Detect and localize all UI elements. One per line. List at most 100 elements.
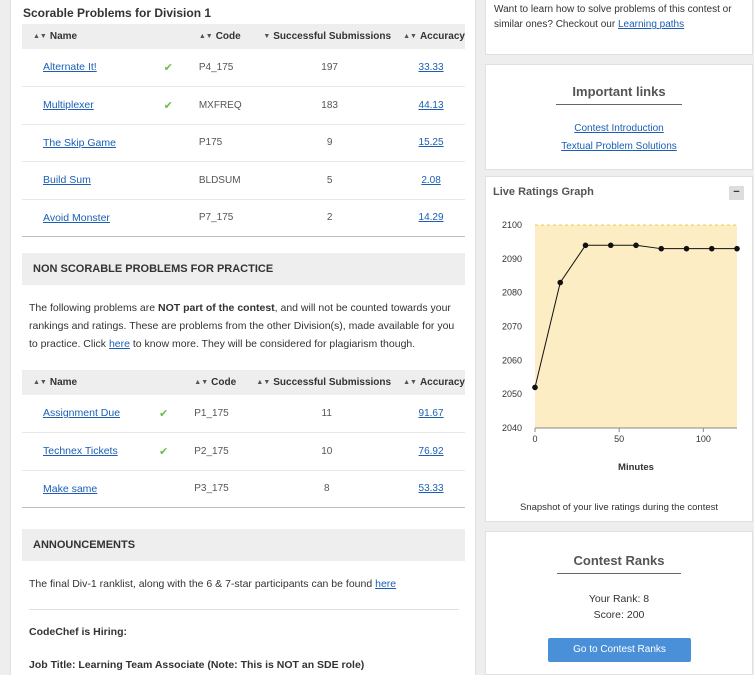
- sort-desc-icon: ▼: [263, 33, 271, 40]
- sort-icon: ▲▼: [194, 379, 209, 386]
- sort-icon: ▲▼: [256, 379, 271, 386]
- data-point: [557, 279, 564, 286]
- table-header-row: ▲▼ Name ▲▼ Code ▼ Successful Submissions ▲▼…: [22, 24, 465, 49]
- problem-link[interactable]: Alternate It!: [43, 61, 97, 73]
- y-tick-label: 2070: [502, 322, 522, 332]
- problem-name-cell: Multiplexer ✔: [22, 86, 187, 125]
- problem-code-cell: P175: [186, 124, 263, 162]
- hiring-heading: CodeChef is Hiring:: [29, 626, 128, 638]
- submissions-cell: 11: [256, 395, 398, 433]
- sort-icon: ▲▼: [403, 33, 417, 40]
- problem-code-cell: P1_175: [182, 395, 257, 433]
- accuracy-link[interactable]: 91.67: [419, 408, 444, 419]
- submissions-cell: 2: [262, 199, 398, 237]
- table-row: Build Sum BLDSUM 5 2.08: [22, 161, 465, 200]
- important-links-title: Important links: [486, 84, 752, 105]
- job-title: Job Title: Learning Team Associate (Note…: [29, 659, 365, 671]
- col-name-header[interactable]: ▲▼ Name: [22, 370, 183, 395]
- ranklist-link[interactable]: here: [375, 578, 396, 590]
- problem-link[interactable]: Assignment Due: [43, 407, 120, 419]
- problem-code-cell: P3_175: [182, 470, 257, 508]
- data-point: [708, 245, 715, 252]
- table-row: Assignment Due ✔ P1_175 11 91.67: [22, 395, 465, 433]
- submissions-cell: 197: [262, 49, 398, 87]
- submissions-cell: 183: [262, 86, 398, 125]
- col-name-header[interactable]: ▲▼ Name: [22, 24, 187, 49]
- accuracy-link[interactable]: 44.13: [419, 100, 444, 111]
- problem-link[interactable]: The Skip Game: [43, 137, 116, 149]
- problem-code-cell: P4_175: [186, 49, 263, 87]
- problems-panel: Scorable Problems for Division 1 ▲▼ Name …: [10, 0, 476, 675]
- problem-name-cell: The Skip Game: [22, 124, 187, 162]
- sort-icon: ▲▼: [403, 379, 417, 386]
- contest-introduction-link[interactable]: Contest Introduction: [486, 123, 752, 134]
- accuracy-link[interactable]: 53.33: [419, 483, 444, 494]
- snapshot-caption: Snapshot of your live ratings during the…: [519, 502, 719, 513]
- contest-ranks-title: Contest Ranks: [486, 553, 752, 574]
- problem-link[interactable]: Avoid Monster: [43, 212, 110, 224]
- problem-link[interactable]: Build Sum: [43, 174, 91, 186]
- col-accuracy-header[interactable]: ▲▼ Accuracy: [397, 370, 465, 395]
- scorable-title: Scorable Problems for Division 1: [23, 6, 212, 20]
- data-point: [532, 384, 538, 391]
- problem-link[interactable]: Multiplexer: [43, 99, 94, 111]
- col-subs-header[interactable]: ▲▼ Successful Submissions: [256, 370, 398, 395]
- collapse-button[interactable]: −: [729, 186, 744, 200]
- table-row: The Skip Game P175 9 15.25: [22, 124, 465, 162]
- problem-link[interactable]: Technex Tickets: [43, 445, 118, 457]
- accuracy-link[interactable]: 14.29: [419, 212, 444, 223]
- data-point: [582, 242, 589, 249]
- important-links-card: Important links Contest Introduction Tex…: [485, 64, 753, 170]
- go-to-contest-ranks-button[interactable]: Go to Contest Ranks: [548, 638, 691, 662]
- submissions-cell: 10: [256, 432, 398, 471]
- accuracy-link[interactable]: 33.33: [419, 62, 444, 73]
- y-tick-label: 2100: [502, 220, 522, 230]
- accuracy-link[interactable]: 76.92: [419, 446, 444, 457]
- sort-icon: ▲▼: [33, 33, 47, 40]
- x-tick-label: 100: [696, 434, 711, 444]
- accuracy-cell: 33.33: [397, 49, 465, 87]
- learning-paths-link[interactable]: Learning paths: [618, 19, 684, 30]
- col-subs-header[interactable]: ▼ Successful Submissions: [262, 24, 398, 49]
- accuracy-link[interactable]: 2.08: [421, 175, 440, 186]
- table-row: Multiplexer ✔ MXFREQ 183 44.13: [22, 86, 465, 125]
- table-header-row: ▲▼ Name ▲▼ Code ▲▼ Successful Submissions ▲…: [22, 370, 465, 395]
- score: Score: 200: [593, 609, 645, 621]
- scorable-problems-table: ▲▼ Name ▲▼ Code ▼ Successful Submissions ▲▼…: [22, 24, 465, 237]
- col-accuracy-header[interactable]: ▲▼ Accuracy: [397, 24, 465, 49]
- data-point: [658, 245, 665, 252]
- accuracy-cell: 2.08: [397, 161, 465, 200]
- know-more-link[interactable]: here: [109, 338, 130, 350]
- col-code-header[interactable]: ▲▼ Code: [182, 370, 257, 395]
- submissions-cell: 5: [262, 161, 398, 200]
- textual-solutions-link[interactable]: Textual Problem Solutions: [486, 141, 752, 152]
- col-code-header[interactable]: ▲▼ Code: [186, 24, 263, 49]
- problem-code-cell: P7_175: [186, 199, 263, 237]
- x-tick-label: 50: [614, 434, 624, 444]
- accuracy-cell: 91.67: [397, 395, 465, 433]
- x-tick-label: 0: [532, 434, 537, 444]
- solved-check-icon: ✔: [159, 408, 169, 420]
- data-point: [683, 245, 690, 252]
- table-row: Alternate It! ✔ P4_175 197 33.33: [22, 49, 465, 87]
- problem-name-cell: Build Sum: [22, 161, 187, 200]
- learning-text: Want to learn how to solve problems of t…: [494, 4, 732, 30]
- table-row: Technex Tickets ✔ P2_175 10 76.92: [22, 432, 465, 471]
- problem-code-cell: BLDSUM: [186, 161, 263, 200]
- non-scorable-description: The following problems are NOT part of t…: [29, 302, 455, 350]
- announcements-header: ANNOUNCEMENTS: [22, 529, 465, 561]
- your-rank: Your Rank: 8: [588, 593, 650, 605]
- problem-link[interactable]: Make same: [43, 483, 97, 495]
- problem-name-cell: Avoid Monster: [22, 199, 187, 237]
- y-tick-label: 2090: [502, 254, 522, 264]
- accuracy-link[interactable]: 15.25: [419, 137, 444, 148]
- divider: [29, 609, 459, 610]
- contest-ranks-card: Contest Ranks Your Rank: 8 Score: 200 Go…: [485, 531, 753, 675]
- data-point: [734, 245, 740, 252]
- plot-area: [535, 225, 737, 428]
- submissions-cell: 8: [256, 470, 398, 508]
- solved-check-icon: ✔: [163, 62, 173, 74]
- y-tick-label: 2040: [502, 423, 522, 433]
- problem-name-cell: Make same: [22, 470, 183, 508]
- problem-name-cell: Alternate It! ✔: [22, 49, 187, 87]
